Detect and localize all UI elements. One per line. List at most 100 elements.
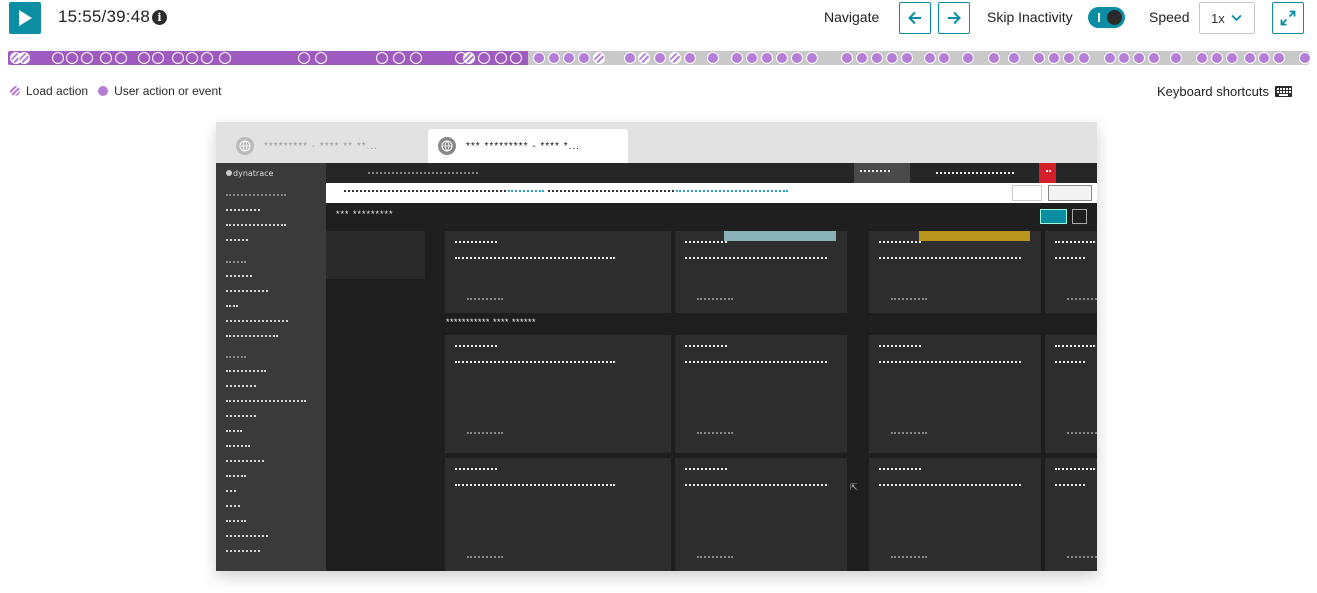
dashboard-tile[interactable] [675,231,847,313]
sidebar-nav-item[interactable] [226,460,264,462]
box-2[interactable] [1048,185,1092,201]
sidebar-nav-item[interactable] [226,445,250,447]
timeline-user-action-marker[interactable] [707,52,719,64]
sidebar-nav-item[interactable] [226,415,256,417]
dashboard-tile[interactable] [869,231,1041,313]
timeline-user-action-marker[interactable] [548,52,560,64]
timeline-user-action-marker[interactable] [791,52,803,64]
sidebar-nav-item[interactable] [226,520,246,522]
timeline-user-action-marker[interactable] [1273,52,1285,64]
dashboard-tile[interactable] [1045,231,1097,313]
sidebar-nav-item[interactable] [226,209,260,211]
timeline-user-action-marker[interactable] [201,52,213,64]
timeline-user-action-marker[interactable] [1196,52,1208,64]
keyboard-shortcuts-link[interactable]: Keyboard shortcuts [1157,84,1293,99]
timeline-user-action-marker[interactable] [495,52,507,64]
timeline-user-action-marker[interactable] [1299,52,1311,64]
timeline-load-action-marker[interactable] [463,52,475,64]
timeline-user-action-marker[interactable] [219,52,231,64]
timeline-user-action-marker[interactable] [871,52,883,64]
info-icon[interactable]: i [152,10,167,25]
timeline-user-action-marker[interactable] [988,52,1000,64]
box-1[interactable] [1012,185,1042,201]
topbar-alert[interactable] [1039,163,1056,183]
timeline-user-action-marker[interactable] [1211,52,1223,64]
timeline-user-action-marker[interactable] [886,52,898,64]
timeline-user-action-marker[interactable] [962,52,974,64]
sidebar-nav-item[interactable] [226,261,246,263]
timeline-user-action-marker[interactable] [746,52,758,64]
sidebar-nav-item[interactable] [226,305,238,307]
timeline-user-action-marker[interactable] [1244,52,1256,64]
sidebar-nav-item[interactable] [226,535,268,537]
timeline-user-action-marker[interactable] [66,52,78,64]
timeline-user-action-marker[interactable] [533,52,545,64]
dashboard-tile[interactable] [445,458,671,571]
play-button[interactable] [9,2,41,34]
timeline-user-action-marker[interactable] [115,52,127,64]
dashboard-menu-button[interactable] [1072,209,1087,224]
navigate-forward-button[interactable] [938,2,970,34]
timeline-user-action-marker[interactable] [624,52,636,64]
timeline-user-action-marker[interactable] [152,52,164,64]
timeline-user-action-marker[interactable] [806,52,818,64]
dashboard-tile[interactable] [869,335,1041,453]
timeline-user-action-marker[interactable] [298,52,310,64]
sidebar-nav-item[interactable] [226,550,260,552]
timeline-user-action-marker[interactable] [1104,52,1116,64]
speed-select[interactable]: 1x [1199,2,1255,34]
timeline-user-action-marker[interactable] [1133,52,1145,64]
timeline-user-action-marker[interactable] [1078,52,1090,64]
sidebar-nav-item[interactable] [226,224,286,226]
timeline-user-action-marker[interactable] [856,52,868,64]
sidebar-nav-item[interactable] [226,275,252,277]
timeline-user-action-marker[interactable] [776,52,788,64]
timeline-user-action-marker[interactable] [1063,52,1075,64]
dashboard-tile[interactable] [1045,335,1097,453]
timeline-user-action-marker[interactable] [684,52,696,64]
sidebar-nav-item[interactable] [226,335,278,337]
sidebar-nav-item[interactable] [226,430,242,432]
timeline-user-action-marker[interactable] [1033,52,1045,64]
timeline-load-action-marker[interactable] [669,52,681,64]
navigate-back-button[interactable] [899,2,931,34]
sidebar-nav-item[interactable] [226,370,266,372]
sidebar-nav-item[interactable] [226,490,236,492]
timeline-user-action-marker[interactable] [52,52,64,64]
sidebar-nav-item[interactable] [226,400,306,402]
timeline-user-action-marker[interactable] [578,52,590,64]
timeline-user-action-marker[interactable] [563,52,575,64]
skip-inactivity-toggle[interactable] [1088,7,1125,28]
timeline-user-action-marker[interactable] [510,52,522,64]
session-timeline[interactable] [8,51,1311,65]
timeline-user-action-marker[interactable] [731,52,743,64]
dashboard-edit-button[interactable] [1040,209,1067,224]
timeline-user-action-marker[interactable] [1008,52,1020,64]
timeline-user-action-marker[interactable] [1118,52,1130,64]
timeline-user-action-marker[interactable] [410,52,422,64]
timeline-user-action-marker[interactable] [138,52,150,64]
dashboard-tile[interactable] [675,458,847,571]
sidebar-nav-item[interactable] [226,385,256,387]
timeline-user-action-marker[interactable] [1226,52,1238,64]
timeline-load-action-marker[interactable] [638,52,650,64]
timeline-user-action-marker[interactable] [376,52,388,64]
sidebar-nav-item[interactable] [226,356,246,358]
dashboard-tile[interactable] [445,335,671,453]
timeline-user-action-marker[interactable] [654,52,666,64]
sidebar-nav-item[interactable] [226,505,240,507]
sidebar-nav-item[interactable] [226,290,268,292]
dashboard-tile[interactable] [1045,458,1097,571]
timeline-user-action-marker[interactable] [1170,52,1182,64]
browser-tab-active[interactable]: *** ********* - **** *... [428,129,628,163]
timeline-user-action-marker[interactable] [393,52,405,64]
timeline-user-action-marker[interactable] [924,52,936,64]
timeline-user-action-marker[interactable] [172,52,184,64]
timeline-user-action-marker[interactable] [100,52,112,64]
dashboard-tile[interactable] [445,231,671,313]
timeline-user-action-marker[interactable] [901,52,913,64]
timeline-user-action-marker[interactable] [841,52,853,64]
fullscreen-button[interactable] [1272,2,1304,34]
timeline-load-action-marker[interactable] [593,52,605,64]
timeline-user-action-marker[interactable] [186,52,198,64]
